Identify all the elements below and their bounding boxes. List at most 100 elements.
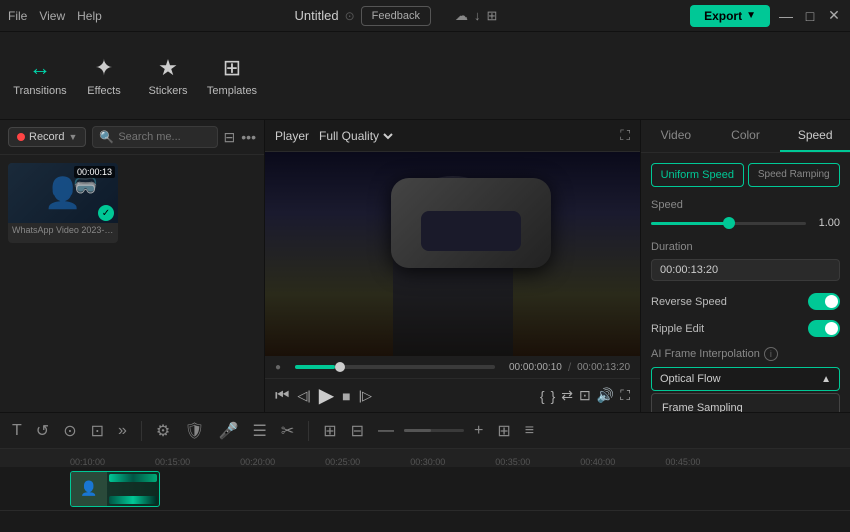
tool-effects[interactable]: ✦ Effects xyxy=(74,41,134,111)
frame-back-button[interactable]: ◁| xyxy=(297,388,310,404)
player-scrubber: ● 00:00:00:10 / 00:00:13:20 xyxy=(265,356,640,378)
speed-slider-thumb[interactable] xyxy=(723,217,735,229)
split-button[interactable]: ⇄ xyxy=(561,387,573,404)
timeline-plus-button[interactable]: ✂ xyxy=(277,419,298,443)
player-toolbar: Player Full Quality ⛶ xyxy=(265,120,640,152)
timeline-list-button[interactable]: ☰ xyxy=(248,419,270,443)
skip-back-button[interactable]: ⏮ xyxy=(275,387,289,405)
filter-icon[interactable]: ⊟ xyxy=(224,129,236,146)
maximize-button[interactable]: □ xyxy=(802,8,818,24)
crop-button[interactable]: ⊡ xyxy=(579,387,591,404)
search-box[interactable]: 🔍 xyxy=(92,126,217,148)
player-label: Player xyxy=(275,129,309,143)
record-arrow-icon: ▼ xyxy=(68,132,77,142)
stickers-label: Stickers xyxy=(148,85,187,97)
media-item-check-icon: ✓ xyxy=(98,205,114,221)
quality-select[interactable]: Full Quality xyxy=(315,128,396,144)
zoom-slider[interactable] xyxy=(404,429,464,432)
close-button[interactable]: ✕ xyxy=(826,8,842,24)
scrubber-start-icon: ● xyxy=(275,362,281,373)
dropdown-item-frame-sampling[interactable]: Frame Sampling Default xyxy=(652,394,839,412)
right-panel: Video Color Speed Uniform Speed Speed Ra… xyxy=(640,120,850,412)
ai-frame-dropdown-menu: Frame Sampling Default Frame Blending Fa… xyxy=(651,393,840,412)
speed-mode-tabs: Uniform Speed Speed Ramping xyxy=(651,163,840,187)
progress-fill xyxy=(295,365,335,369)
stop-button[interactable]: ■ xyxy=(342,388,350,404)
frame-forward-button[interactable]: |▷ xyxy=(359,388,372,404)
menu-file[interactable]: File xyxy=(8,9,27,23)
zoom-control xyxy=(404,429,464,432)
timeline-mic-button[interactable]: 🎤 xyxy=(215,419,243,443)
timeline-more-button[interactable]: » xyxy=(114,420,131,442)
tab-color[interactable]: Color xyxy=(711,120,781,152)
timeline-clip-button[interactable]: ↺ xyxy=(32,419,53,443)
effects-label: Effects xyxy=(87,85,120,97)
audio-button[interactable]: 🔊 xyxy=(597,387,614,404)
timeline-frame-button[interactable]: ⊟ xyxy=(347,419,368,443)
titlebar-menu: File View Help xyxy=(8,9,102,23)
export-button[interactable]: Export ▼ xyxy=(690,5,770,27)
speed-ramping-tab[interactable]: Speed Ramping xyxy=(748,163,841,187)
grid-icon: ⊞ xyxy=(486,8,497,24)
timeline-extra-button[interactable]: ≡ xyxy=(521,420,538,442)
timeline: T ↺ ⊙ ⊡ » ⚙ 🛡 🎤 ☰ ✂ ⊞ ⊟ — + ⊞ ≡ 00:10:00… xyxy=(0,412,850,532)
track-clip-1[interactable]: 👤 xyxy=(70,471,160,507)
timeline-text-button[interactable]: T xyxy=(8,420,26,442)
stickers-icon: ★ xyxy=(158,55,178,81)
mark-in-button[interactable]: { xyxy=(540,388,545,404)
player-toolbar-left: Player Full Quality xyxy=(275,128,396,144)
timeline-grid-button[interactable]: ⊞ xyxy=(493,419,514,443)
timeline-toolbar: T ↺ ⊙ ⊡ » ⚙ 🛡 🎤 ☰ ✂ ⊞ ⊟ — + ⊞ ≡ xyxy=(0,413,850,449)
timeline-split-button[interactable]: ⊞ xyxy=(319,419,340,443)
ai-frame-dropdown[interactable]: Optical Flow ▲ xyxy=(651,367,840,391)
download-icon: ↓ xyxy=(474,8,481,23)
media-item-1[interactable]: 👤 🥽 WhatsApp Video 2023-10-05... 00:00:1… xyxy=(8,163,118,243)
time-marker-8: 00:45:00 xyxy=(665,457,700,467)
uniform-speed-tab[interactable]: Uniform Speed xyxy=(651,163,744,187)
left-panel-toolbar: Record ▼ 🔍 ⊟ ••• xyxy=(0,120,264,155)
player-area: Player Full Quality ⛶ ● xyxy=(265,120,640,412)
fullscreen-button[interactable]: ⛶ xyxy=(620,387,630,404)
media-grid: 👤 🥽 WhatsApp Video 2023-10-05... 00:00:1… xyxy=(0,155,264,251)
tool-transitions[interactable]: ↔ Transitions xyxy=(10,41,70,111)
transitions-label: Transitions xyxy=(13,85,66,97)
speed-slider[interactable] xyxy=(651,222,806,225)
reverse-speed-row: Reverse Speed xyxy=(651,293,840,310)
reverse-speed-toggle[interactable] xyxy=(808,293,840,310)
progress-bar[interactable] xyxy=(295,365,495,369)
total-time: 00:00:13:20 xyxy=(577,362,630,373)
timeline-minus-button[interactable]: — xyxy=(374,420,398,442)
player-controls: ⏮ ◁| ▶ ■ |▷ { } ⇄ ⊡ 🔊 ⛶ xyxy=(265,378,640,412)
track-row-1: 👤 xyxy=(0,467,850,511)
tool-templates[interactable]: ⊞ Templates xyxy=(202,41,262,111)
info-icon: i xyxy=(764,347,778,361)
track-clip-thumb: 👤 xyxy=(71,472,107,506)
timeline-tracks: 👤 xyxy=(0,467,850,532)
minimize-button[interactable]: — xyxy=(778,8,794,24)
cloud-icon: ☁ xyxy=(455,8,468,24)
video-preview xyxy=(265,152,640,356)
expand-icon[interactable]: ⛶ xyxy=(620,127,630,144)
timeline-settings-button[interactable]: ⚙ xyxy=(152,419,174,443)
tab-speed[interactable]: Speed xyxy=(780,120,850,152)
tool-stickers[interactable]: ★ Stickers xyxy=(138,41,198,111)
timeline-shield-button[interactable]: 🛡 xyxy=(180,419,208,443)
feedback-button[interactable]: Feedback xyxy=(361,6,431,26)
titlebar-controls: Export ▼ — □ ✕ xyxy=(690,5,842,27)
transitions-icon: ↔ xyxy=(29,55,51,81)
mark-out-button[interactable]: } xyxy=(551,388,556,404)
menu-view[interactable]: View xyxy=(39,9,65,23)
speed-slider-fill xyxy=(651,222,729,225)
timeline-loop-button[interactable]: ⊙ xyxy=(59,419,80,443)
tab-video[interactable]: Video xyxy=(641,120,711,152)
right-panel-content: Uniform Speed Speed Ramping Speed 1.00 D… xyxy=(641,153,850,412)
ripple-edit-toggle[interactable] xyxy=(808,320,840,337)
play-button[interactable]: ▶ xyxy=(319,383,334,408)
zoom-in-button[interactable]: + xyxy=(470,420,487,442)
menu-help[interactable]: Help xyxy=(77,9,102,23)
record-button[interactable]: Record ▼ xyxy=(8,127,86,147)
search-input[interactable] xyxy=(118,131,210,143)
more-icon[interactable]: ••• xyxy=(241,129,256,145)
timeline-crop-button[interactable]: ⊡ xyxy=(87,419,108,443)
time-separator: / xyxy=(568,360,571,374)
